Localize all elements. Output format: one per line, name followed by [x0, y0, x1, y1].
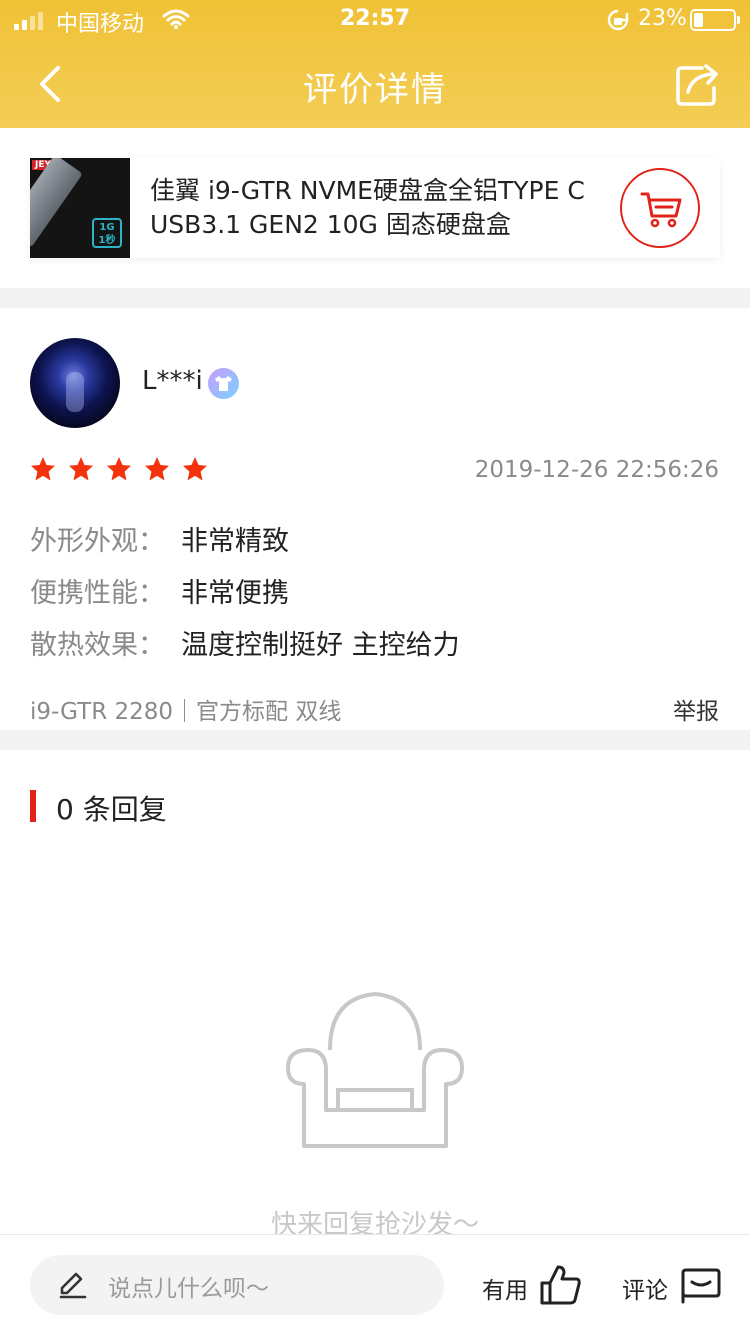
- star-icon: [69, 457, 93, 481]
- pencil-icon: [59, 1272, 87, 1299]
- badge-bottom-text: 1秒: [98, 235, 116, 246]
- star-icon: [107, 457, 131, 481]
- thumbs-up-icon: [540, 1265, 581, 1305]
- attribute-row: 便携性能： 非常便携: [30, 572, 460, 624]
- product-image[interactable]: JEYI 1G 1秒: [30, 158, 130, 258]
- star-icon: [145, 457, 169, 481]
- reply-count: 0 条回复: [56, 793, 167, 826]
- rating-stars: [30, 456, 208, 486]
- review-date: 2019-12-26 22:56:26: [474, 457, 719, 483]
- useful-label: 有用: [482, 1278, 528, 1304]
- attribute-label: 散热效果：: [30, 630, 165, 661]
- bottom-bar: 说点儿什么呗～ 有用 评论: [0, 1234, 750, 1334]
- review-attributes: 外形外观： 非常精致 便携性能： 非常便携 散热效果： 温度控制挺好 主控给力: [30, 520, 460, 676]
- report-link[interactable]: 举报: [673, 692, 719, 726]
- avatar[interactable]: [30, 338, 120, 428]
- attribute-row: 外形外观： 非常精致: [30, 520, 460, 572]
- status-bar: 中国移动 22:57 23%: [0, 0, 750, 40]
- comment-input[interactable]: 说点儿什么呗～: [30, 1255, 444, 1315]
- attribute-label: 便携性能：: [30, 578, 165, 609]
- section-marker: [30, 790, 36, 822]
- attribute-row: 散热效果： 温度控制挺好 主控给力: [30, 624, 460, 676]
- attribute-value: 非常精致: [181, 526, 289, 557]
- battery-icon: [690, 9, 740, 31]
- add-to-cart-button[interactable]: [620, 168, 700, 248]
- attribute-label: 外形外观：: [30, 526, 165, 557]
- share-icon[interactable]: [672, 58, 724, 110]
- member-badge-icon: [208, 368, 239, 399]
- rotation-lock-icon: [607, 9, 629, 31]
- comment-label: 评论: [622, 1278, 668, 1304]
- comment-input-placeholder: 说点儿什么呗～: [108, 1276, 269, 1302]
- sofa-icon: [286, 991, 464, 1148]
- star-icon: [31, 457, 55, 481]
- cart-icon: [640, 192, 682, 228]
- section-divider: [0, 730, 750, 750]
- attribute-value: 非常便携: [181, 578, 289, 609]
- comment-icon: [681, 1268, 721, 1304]
- product-card[interactable]: JEYI 1G 1秒 佳翼 i9-GTR NVME硬盘盒全铝TYPE C USB…: [30, 158, 720, 258]
- page-title: 评价详情: [303, 70, 447, 110]
- attribute-value: 温度控制挺好 主控给力: [181, 630, 460, 661]
- nav-header: 中国移动 22:57 23% 评价详情: [0, 0, 750, 128]
- product-variant: i9-GTR 2280｜官方标配 双线: [30, 699, 342, 725]
- badge-top-text: 1G: [99, 222, 115, 233]
- username: L***i: [142, 366, 203, 396]
- product-image-badge: 1G 1秒: [92, 218, 122, 248]
- product-title[interactable]: 佳翼 i9-GTR NVME硬盘盒全铝TYPE C USB3.1 GEN2 10…: [150, 174, 600, 242]
- product-image-ssd: [30, 158, 83, 248]
- section-divider: [0, 288, 750, 308]
- star-icon: [183, 457, 207, 481]
- battery-percent: 23%: [638, 6, 687, 31]
